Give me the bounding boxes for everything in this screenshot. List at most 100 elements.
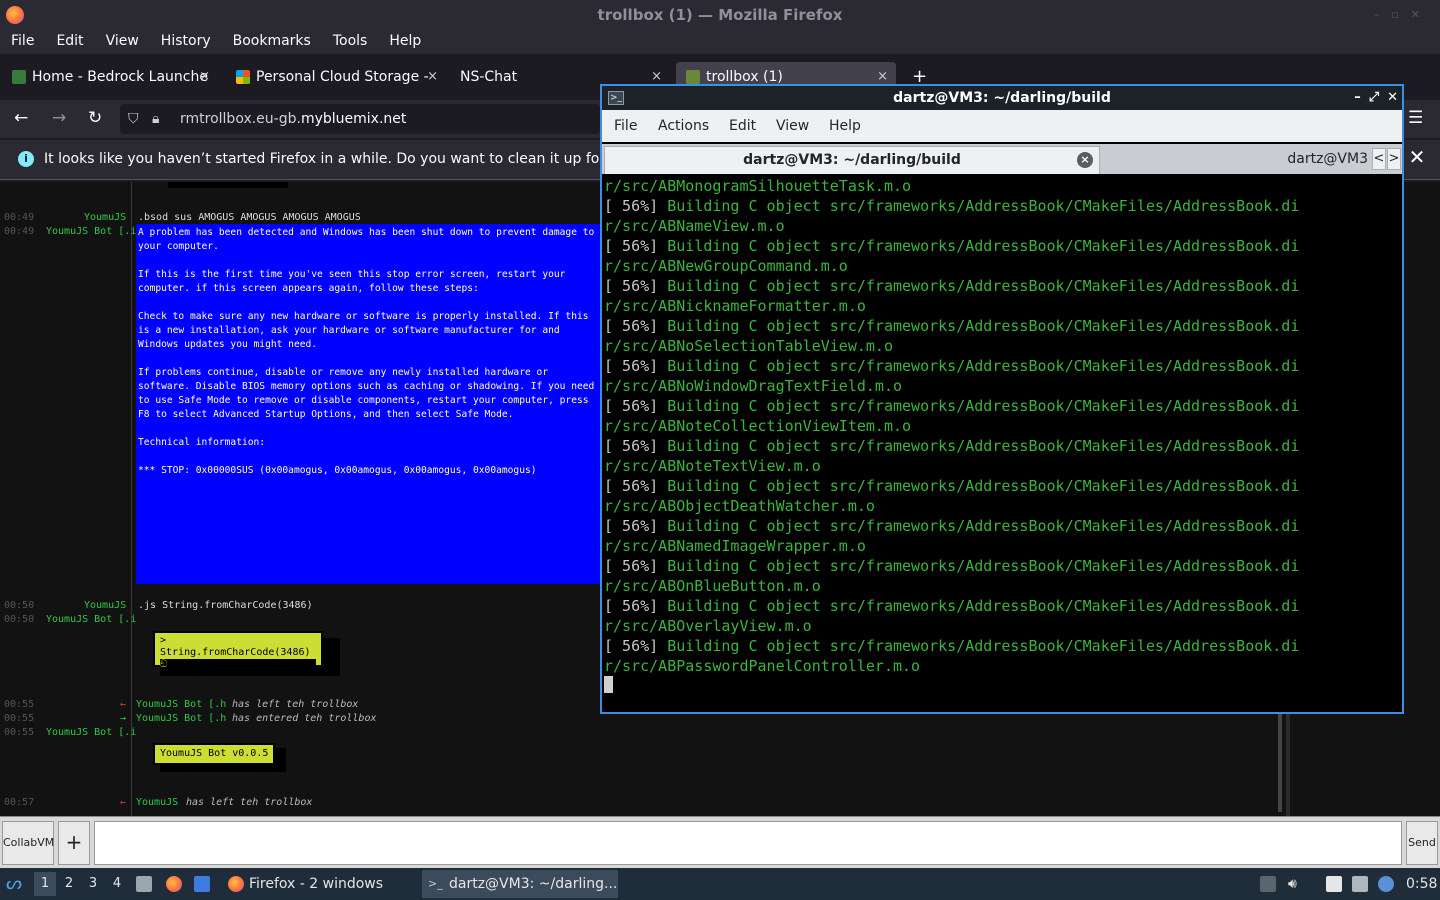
firefox-task[interactable]: Firefox - 2 windows (249, 868, 383, 900)
message-nick[interactable]: YoumuJS Bot [.i (46, 226, 136, 237)
terminal-line: [ 56%] Building C object src/frameworks/… (604, 236, 1400, 256)
terminal-tab-active[interactable]: dartz@VM3: ~/darling/build × (604, 146, 1100, 174)
terminal-line: r/src/ABNoteCollectionViewItem.m.o (604, 416, 1400, 436)
reload-icon[interactable]: ↻ (88, 108, 102, 128)
lock-icon[interactable]: 🔒︎ (152, 104, 159, 134)
microsoft-favicon-icon (236, 70, 250, 84)
message-nick[interactable]: YoumuJS Bot [.h (136, 699, 226, 710)
terminal-icon[interactable]: >_ (608, 91, 624, 105)
menu-file[interactable]: File (11, 30, 34, 52)
clock[interactable]: 0:58 (1406, 868, 1437, 900)
tab-personal-cloud[interactable]: Personal Cloud Storage - × (226, 62, 446, 92)
terminal-tab-inactive[interactable]: dartz@VM3 (1102, 146, 1372, 174)
message-nick[interactable]: YoumuJS (84, 600, 126, 611)
url-domain: mybluemix.net (300, 111, 407, 127)
chevron-left-icon[interactable]: < (1372, 148, 1386, 170)
bot-version-box: YoumuJS Bot v0.0.5 (153, 743, 276, 765)
terminal-output[interactable]: r/src/ABMonogramSilhouetteTask.m.o[ 56%]… (604, 176, 1400, 712)
terminal-line: r/src/ABNicknameFormatter.m.o (604, 296, 1400, 316)
eject-icon[interactable] (1260, 876, 1276, 892)
menu-help[interactable]: Help (389, 30, 421, 52)
terminal-title-bar[interactable]: >_ dartz@VM3: ~/darling/build – ⤢ ✕ (602, 86, 1402, 110)
term-menu-actions[interactable]: Actions (658, 110, 709, 142)
terminal-window: >_ dartz@VM3: ~/darling/build – ⤢ ✕ File A… (600, 84, 1404, 714)
minimize-icon[interactable]: – (1354, 90, 1361, 105)
terminal-line: [ 56%] Building C object src/frameworks/… (604, 556, 1400, 576)
term-menu-file[interactable]: File (614, 110, 637, 142)
hamburger-menu-icon[interactable]: ☰ (1408, 108, 1423, 128)
close-icon[interactable]: ✕ (1387, 90, 1398, 105)
file-manager-icon[interactable] (136, 876, 152, 892)
url-bar[interactable]: ⛉ 🔒︎ rmtrollbox.eu-gb.mybluemix.net (120, 104, 600, 134)
close-icon[interactable]: × (427, 62, 438, 92)
terminal-line: [ 56%] Building C object src/frameworks/… (604, 316, 1400, 336)
terminal-line-text: Building C object src/frameworks/Address… (667, 597, 1300, 615)
message-nick[interactable]: YoumuJS Bot [.i (46, 614, 136, 625)
chat-input[interactable] (94, 821, 1402, 865)
message-time: 00:50 (4, 614, 35, 625)
terminal-cursor (604, 676, 613, 693)
clipboard-icon[interactable] (1326, 876, 1342, 892)
chevron-right-icon[interactable]: > (1387, 148, 1401, 170)
menu-edit[interactable]: Edit (56, 30, 83, 52)
terminal-line: [ 56%] Building C object src/frameworks/… (604, 476, 1400, 496)
terminal-window-buttons: – ⤢ ✕ (1346, 86, 1398, 110)
workspace-1[interactable]: 1 (34, 872, 56, 896)
terminal-line-text: Building C object src/frameworks/Address… (667, 197, 1300, 215)
taskbar: ᔕ 1 2 3 4 Firefox - 2 windows >_ dartz@V… (0, 868, 1440, 900)
message-nick[interactable]: YoumuJS (136, 797, 178, 808)
forward-arrow-icon[interactable]: → (52, 108, 66, 128)
terminal-task[interactable]: >_ dartz@VM3: ~/darling... (422, 870, 618, 898)
send-button[interactable]: Send (1406, 821, 1438, 865)
terminal-line-text: r/src/ABNoteTextView.m.o (604, 457, 821, 475)
terminal-line-text: Building C object src/frameworks/Address… (667, 477, 1300, 495)
tab-label: Personal Cloud Storage - (256, 69, 429, 85)
menu-bookmarks[interactable]: Bookmarks (233, 30, 311, 52)
menu-view[interactable]: View (106, 30, 139, 52)
term-menu-edit[interactable]: Edit (729, 110, 756, 142)
network-icon[interactable] (1352, 876, 1368, 892)
close-tab-icon[interactable]: ✕ (1404, 144, 1430, 172)
terminal-line: [ 56%] Building C object src/frameworks/… (604, 516, 1400, 536)
terminal-line-text: Building C object src/frameworks/Address… (667, 557, 1300, 575)
terminal-line-text: Building C object src/frameworks/Address… (667, 317, 1300, 335)
workspace-3[interactable]: 3 (82, 872, 104, 896)
shield-icon[interactable]: ⛉ (128, 104, 139, 134)
message-text: .js String.fromCharCode(3486) (138, 600, 313, 611)
tab-label: trollbox (1) (706, 69, 783, 85)
message-nick[interactable]: YoumuJS (84, 212, 126, 223)
desktop-icon[interactable] (194, 876, 210, 892)
chat-message: 00:49 YoumuJS Bot [.i (4, 226, 136, 237)
firefox-title-bar: trollbox (1) — Mozilla Firefox (0, 0, 1440, 30)
menu-history[interactable]: History (161, 30, 211, 52)
message-nick[interactable]: YoumuJS Bot [.h (136, 713, 226, 724)
start-menu-icon[interactable]: ᔕ (6, 868, 26, 900)
terminal-tab-bar: dartz@VM3: ~/darling/build × dartz@VM3 <… (602, 144, 1402, 174)
back-arrow-icon[interactable]: ← (14, 108, 28, 128)
term-menu-view[interactable]: View (776, 110, 809, 142)
js-result-output: ඞ (160, 659, 316, 673)
firefox-window-buttons[interactable]: –▫✕ (1374, 8, 1432, 21)
terminal-line: [ 56%] Building C object src/frameworks/… (604, 396, 1400, 416)
plus-button[interactable]: + (58, 821, 90, 865)
volume-icon[interactable]: 🔊︎ (1288, 868, 1297, 900)
message-nick[interactable]: YoumuJS Bot [.i (46, 727, 136, 738)
update-notifier-icon[interactable] (1378, 876, 1394, 892)
collabvm-button[interactable]: CollabVM (2, 821, 54, 865)
term-menu-help[interactable]: Help (829, 110, 861, 142)
terminal-line-text: Building C object src/frameworks/Address… (667, 437, 1300, 455)
menu-tools[interactable]: Tools (333, 30, 368, 52)
left-arrow-icon: ← (120, 699, 127, 710)
build-progress: [ 56%] (604, 637, 668, 655)
close-icon[interactable]: × (199, 62, 210, 92)
terminal-line: [ 56%] Building C object src/frameworks/… (604, 596, 1400, 616)
chat-message: 00:57 ← YoumuJS has left teh trollbox (4, 797, 312, 808)
tab-home-bedrock[interactable]: Home - Bedrock Launche × (2, 62, 218, 92)
chat-message: 00:49 YoumuJS .bsod sus AMOGUS AMOGUS AM… (4, 212, 361, 223)
terminal-line: [ 56%] Building C object src/frameworks/… (604, 276, 1400, 296)
workspace-2[interactable]: 2 (58, 872, 80, 896)
firefox-launcher-icon[interactable] (166, 876, 182, 892)
workspace-4[interactable]: 4 (106, 872, 128, 896)
maximize-icon[interactable]: ⤢ (1369, 90, 1379, 105)
close-icon[interactable]: × (1077, 152, 1093, 168)
